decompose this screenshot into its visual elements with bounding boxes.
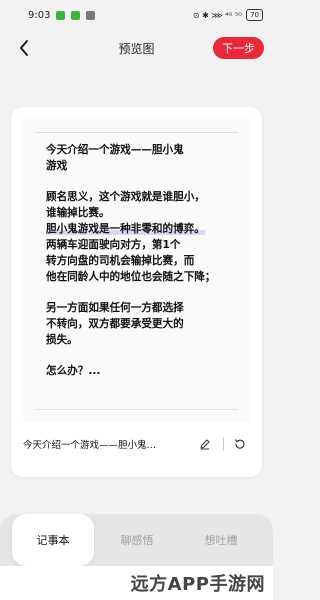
status-time: 9:03 xyxy=(28,9,51,21)
tab-bar: 记事本 聊感悟 想吐槽 xyxy=(0,514,273,566)
next-button[interactable]: 下一步 xyxy=(213,37,264,59)
caption-row: 今天介绍一个游戏——胆小鬼… xyxy=(23,432,250,456)
note-paragraph: 顾名思义，这个游戏就是谁胆小， 谁输掉比赛。 xyxy=(46,191,205,219)
tab-thoughts[interactable]: 聊感悟 xyxy=(96,514,178,566)
status-right: ⊙ ✱ ⋙ ⁴ᴳ ⁵ᴳ 70 xyxy=(193,9,263,21)
edit-button[interactable] xyxy=(195,434,215,454)
status-left: 9:03 xyxy=(28,9,96,21)
paper-header-line xyxy=(35,132,238,133)
note-paragraph: 怎么办？... xyxy=(46,365,101,377)
divider xyxy=(223,437,224,451)
message-icon xyxy=(71,10,81,20)
notification-icon xyxy=(86,10,96,20)
watermark: 远方APP手游网 xyxy=(130,574,265,595)
status-indicators: ⊙ ✱ ⋙ ⁴ᴳ ⁵ᴳ xyxy=(192,10,243,20)
highlighted-sentence: 胆小鬼游戏是一种非零和的博弈。 xyxy=(46,223,205,235)
note-paragraph: 另一方面如果任何一方都选择 不转向，双方都要承受更大的 损失。 xyxy=(46,302,184,346)
wechat-icon xyxy=(56,10,66,20)
preview-card: 今天介绍一个游戏——胆小鬼 游戏 顾名思义，这个游戏就是谁胆小， 谁输掉比赛。 … xyxy=(11,107,262,477)
nav-bar: 预览图 下一步 xyxy=(0,33,273,63)
note-body: 今天介绍一个游戏——胆小鬼 游戏 顾名思义，这个游戏就是谁胆小， 谁输掉比赛。 … xyxy=(46,142,236,394)
battery-icon: 70 xyxy=(246,9,263,21)
tab-complain[interactable]: 想吐槽 xyxy=(180,514,262,566)
note-paragraph: 两辆车迎面驶向对方，第1个 转方向盘的司机会输掉比赛，而 他在同龄人中的地位也会… xyxy=(46,239,216,283)
pencil-icon xyxy=(200,439,210,450)
refresh-icon xyxy=(234,439,245,449)
paper-footer-line xyxy=(35,409,238,410)
caption-input[interactable]: 今天介绍一个游戏——胆小鬼… xyxy=(23,437,189,451)
tab-notebook[interactable]: 记事本 xyxy=(12,514,94,566)
refresh-button[interactable] xyxy=(230,434,250,454)
note-paper: 今天介绍一个游戏——胆小鬼 游戏 顾名思义，这个游戏就是谁胆小， 谁输掉比赛。 … xyxy=(23,117,250,422)
note-paragraph: 今天介绍一个游戏——胆小鬼 游戏 xyxy=(46,144,184,172)
status-bar: 9:03 ⊙ ✱ ⋙ ⁴ᴳ ⁵ᴳ 70 xyxy=(0,0,273,30)
